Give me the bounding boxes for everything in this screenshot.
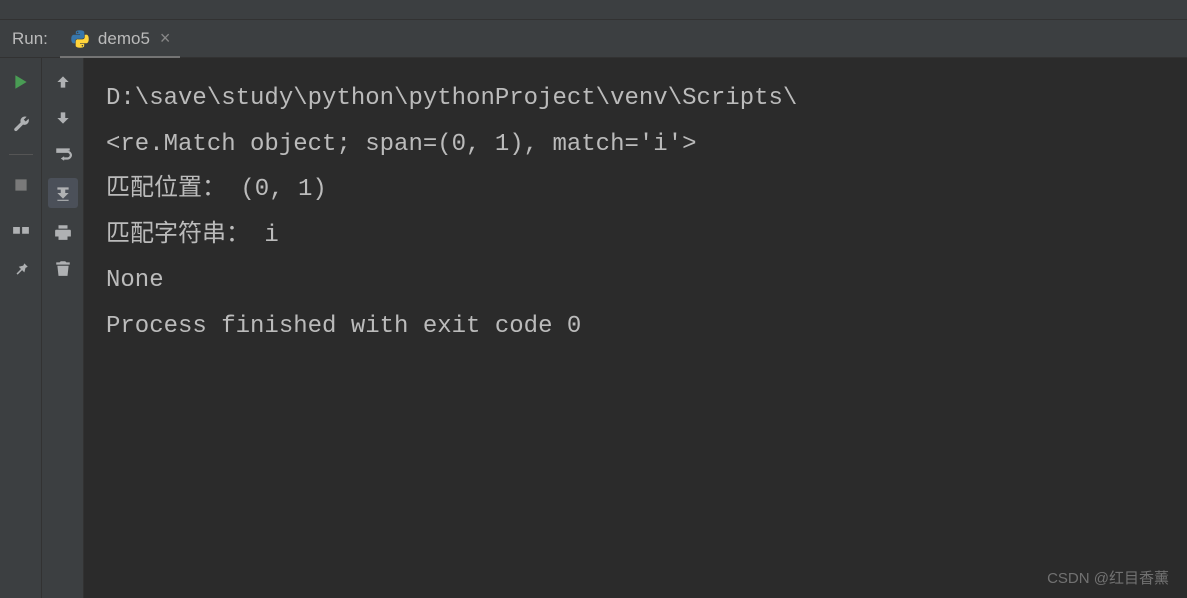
console-line: 匹配位置： (0, 1) <box>106 167 1165 213</box>
watermark: CSDN @红目香薰 <box>1047 567 1169 588</box>
window-border <box>0 0 1187 20</box>
console-line: <re.Match object; span=(0, 1), match='i'… <box>106 122 1165 168</box>
console-line: None <box>106 258 1165 304</box>
pin-icon[interactable] <box>9 257 33 281</box>
scroll-to-end-icon[interactable] <box>48 178 78 208</box>
trash-icon[interactable] <box>51 256 75 280</box>
python-icon <box>70 29 90 49</box>
console-line: Process finished with exit code 0 <box>106 304 1165 350</box>
tab-label: demo5 <box>98 29 150 49</box>
primary-toolbar <box>0 58 42 598</box>
console-line: D:\save\study\python\pythonProject\venv\… <box>106 76 1165 122</box>
divider <box>9 154 33 155</box>
print-icon[interactable] <box>51 220 75 244</box>
run-tab-demo5[interactable]: demo5 × <box>60 22 181 59</box>
console-output[interactable]: D:\save\study\python\pythonProject\venv\… <box>84 58 1187 598</box>
run-panel-label: Run: <box>0 29 60 49</box>
down-arrow-icon[interactable] <box>51 106 75 130</box>
main-area: D:\save\study\python\pythonProject\venv\… <box>0 58 1187 598</box>
up-arrow-icon[interactable] <box>51 70 75 94</box>
close-icon[interactable]: × <box>160 28 171 49</box>
soft-wrap-icon[interactable] <box>51 142 75 166</box>
wrench-icon[interactable] <box>9 112 33 136</box>
run-tab-bar: Run: demo5 × <box>0 20 1187 58</box>
layout-icon[interactable] <box>9 215 33 239</box>
secondary-toolbar <box>42 58 84 598</box>
console-line: 匹配字符串： i <box>106 213 1165 259</box>
run-icon[interactable] <box>9 70 33 94</box>
stop-icon[interactable] <box>9 173 33 197</box>
